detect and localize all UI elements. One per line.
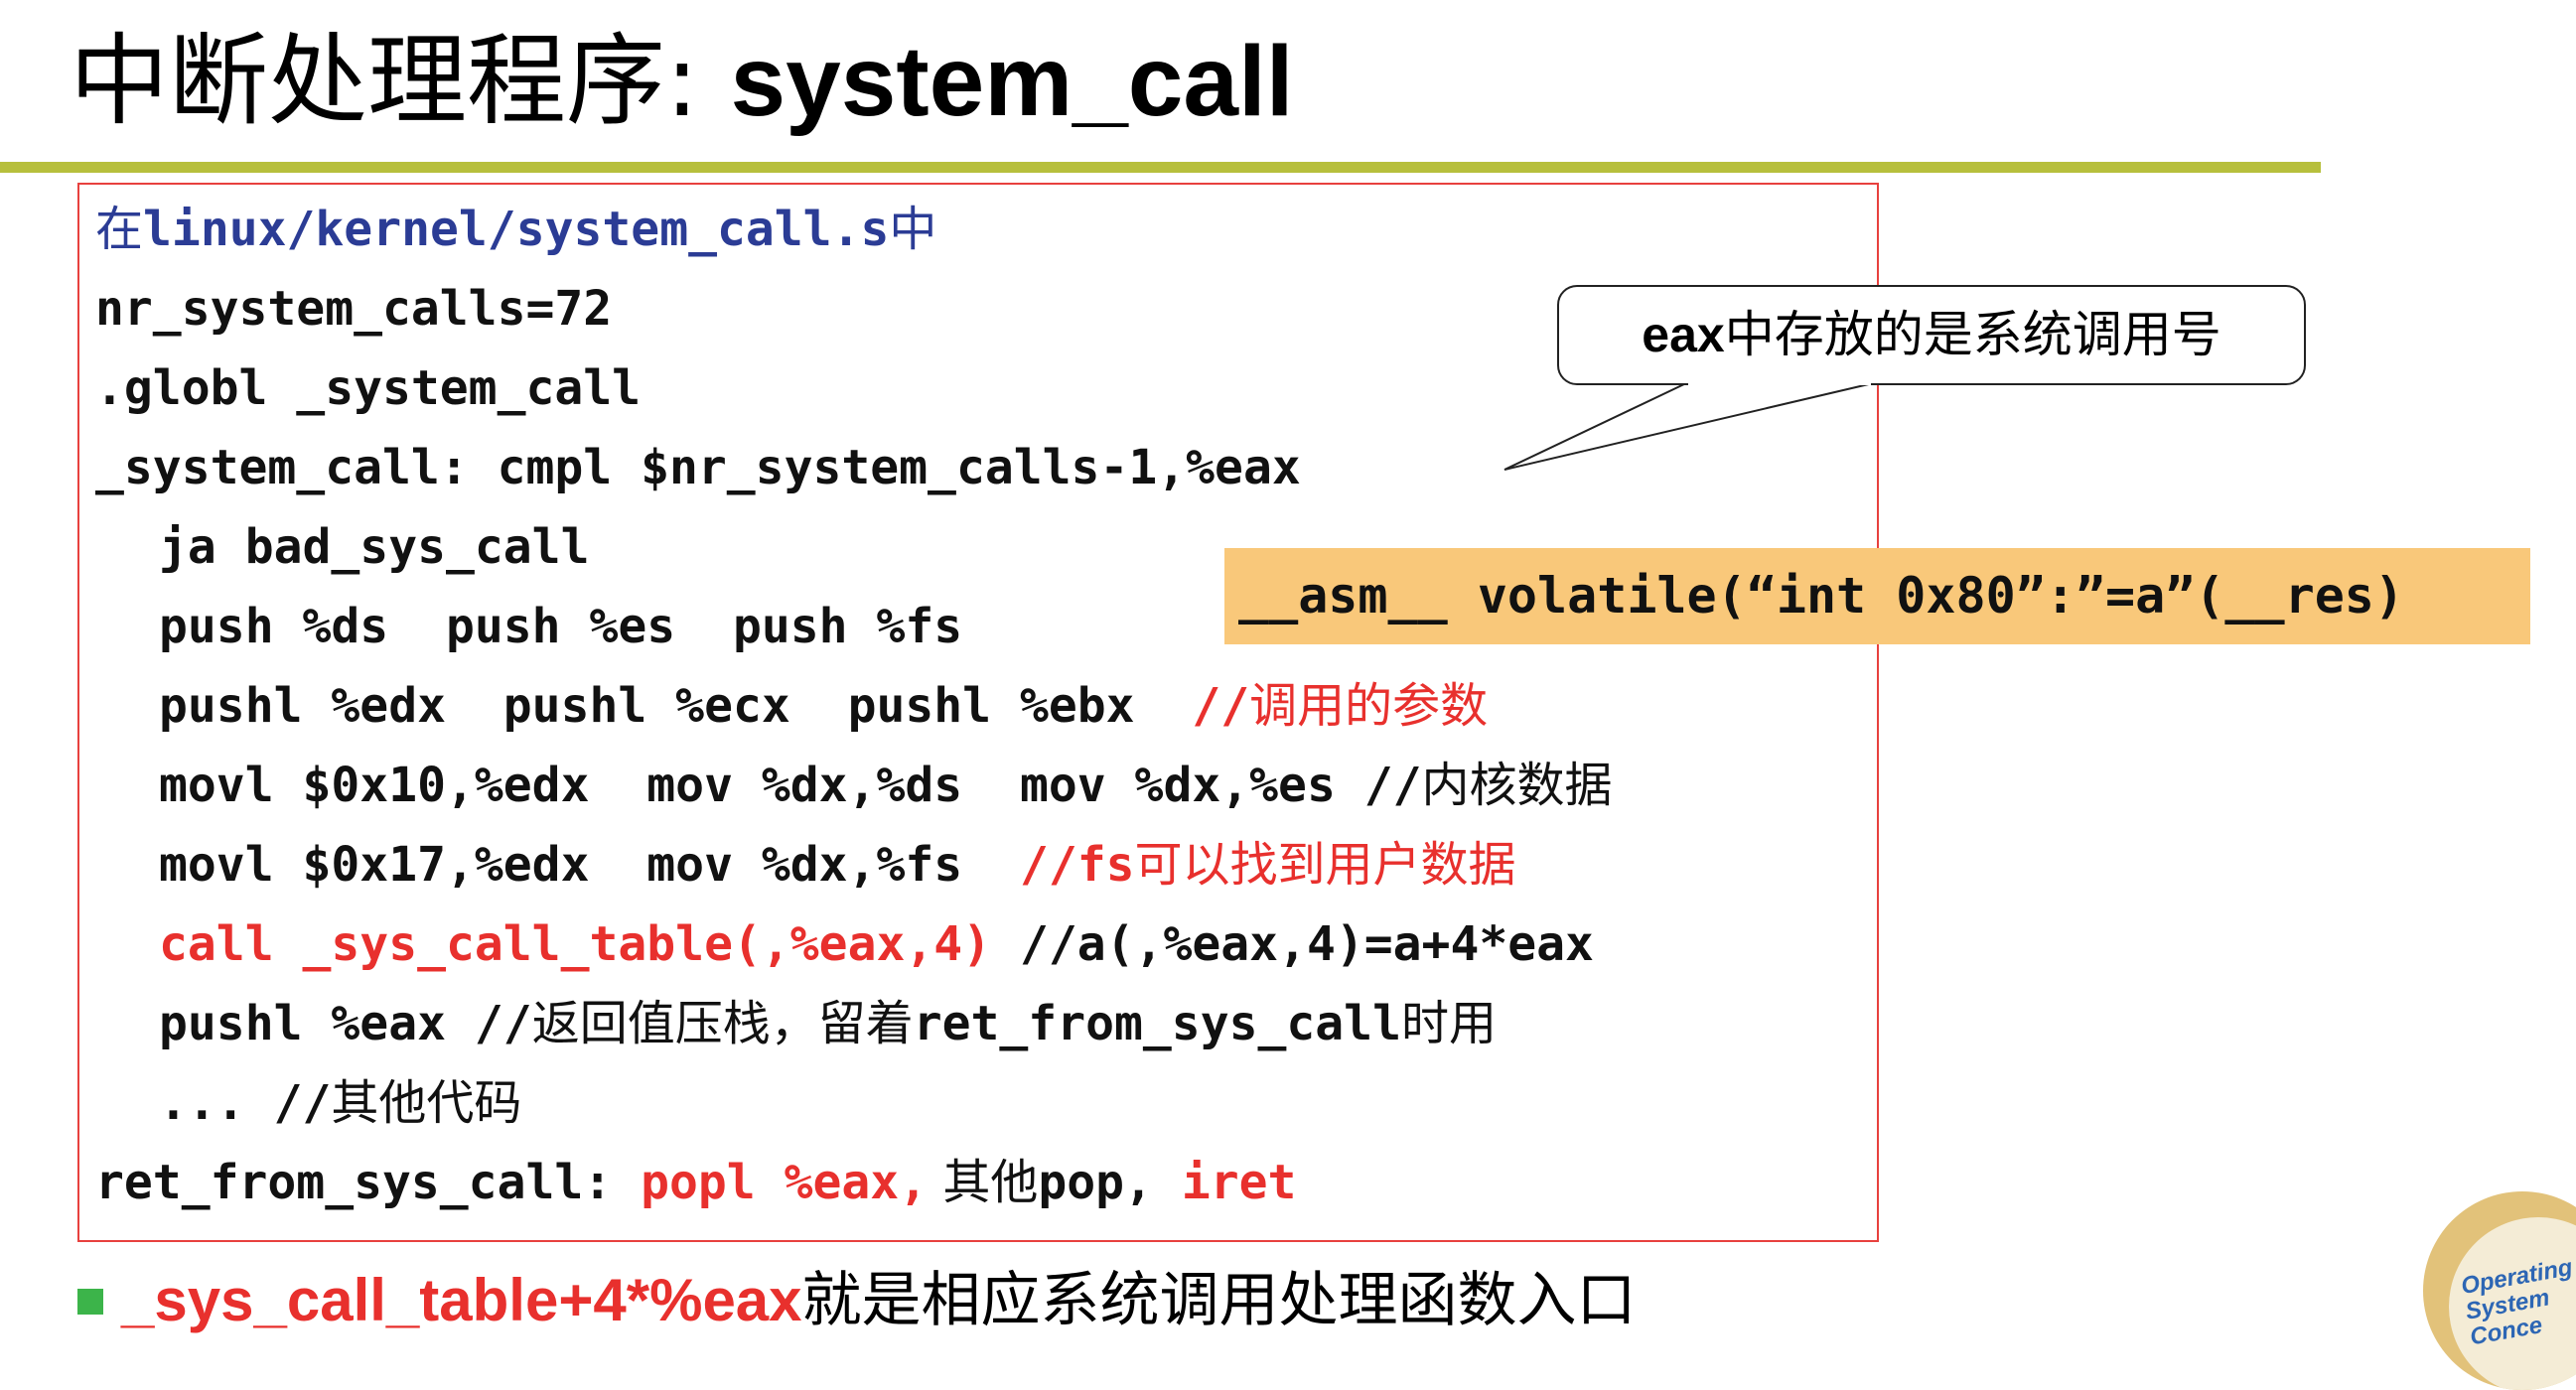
callout-en: eax: [1642, 307, 1725, 362]
code-line-3: _system_call: cmpl $nr_system_calls-1,%e…: [95, 440, 1301, 495]
code-line-8-comment: 可以找到用户数据: [1134, 837, 1516, 893]
code-line-6-comment: 调用的参数: [1249, 678, 1489, 734]
code-line-12-cn: 其他: [928, 1155, 1039, 1210]
code-line-8-code: movl $0x17,%edx mov %dx,%fs: [159, 837, 1020, 893]
code-line-8-comment-code: //fs: [1019, 837, 1135, 893]
code-line-6-code: pushl %edx pushl %ecx pushl %ebx: [159, 678, 1193, 734]
file-suffix: 中: [889, 202, 937, 257]
callout-bubble: eax中存放的是系统调用号: [1557, 285, 2306, 385]
bullet-red-text: _sys_call_table+4*%eax: [121, 1267, 802, 1333]
code-line-10-code2: ret_from_sys_call: [913, 996, 1401, 1051]
code-line-file: 在linux/kernel/system_call.s中: [95, 190, 936, 269]
code-line-5: push %ds push %es push %fs: [159, 599, 963, 654]
code-line-7: movl $0x10,%edx mov %dx,%ds mov %dx,%es …: [159, 746, 1613, 825]
code-line-10-cn2: 时用: [1400, 996, 1497, 1051]
callout-cn: 中存放的是系统调用号: [1724, 306, 2221, 363]
bullet-point: _sys_call_table+4*%eax就是相应系统调用处理函数入口: [77, 1261, 1637, 1340]
code-line-9-comment: //a(,%eax,4)=a+4*eax: [991, 916, 1594, 972]
code-line-9: call _sys_call_table(,%eax,4) //a(,%eax,…: [159, 904, 1594, 984]
code-line-9-call: call _sys_call_table(,%eax,4): [159, 916, 992, 972]
bullet-text: 就是相应系统调用处理函数入口: [801, 1266, 1637, 1335]
code-line-11: ... //其他代码: [159, 1063, 521, 1143]
file-prefix: 在: [95, 202, 144, 257]
code-line-11-cn: 其他代码: [331, 1075, 522, 1131]
code-line-10: pushl %eax //返回值压栈，留着ret_from_sys_call时用: [159, 984, 1497, 1063]
code-line-4: ja bad_sys_call: [159, 519, 590, 575]
title-underline: [0, 162, 2321, 173]
code-line-11-code: ... //: [159, 1075, 332, 1131]
code-line-6-slash: //: [1192, 678, 1250, 734]
code-line-2: .globl _system_call: [95, 360, 642, 416]
code-line-8: movl $0x17,%edx mov %dx,%fs //fs可以找到用户数据: [159, 825, 1516, 904]
code-line-12-code: ret_from_sys_call:: [95, 1155, 642, 1210]
slide-title-en: system_call: [730, 26, 1294, 137]
code-line-12-popl: popl %eax,: [641, 1155, 929, 1210]
asm-highlight-box: __asm__ volatile(“int 0x80”:”=a”(__res): [1224, 548, 2530, 644]
code-line-7-code: movl $0x10,%edx mov %dx,%ds mov %dx,%es …: [159, 758, 1422, 813]
code-line-10-code: pushl %eax //: [159, 996, 532, 1051]
bullet-square-icon: [77, 1289, 103, 1316]
code-line-10-cn1: 返回值压栈，留着: [531, 996, 914, 1051]
slide-title: 中断处理程序: system_call: [70, 22, 1294, 141]
code-line-12: ret_from_sys_call: popl %eax, 其他pop, ire…: [95, 1143, 1296, 1222]
code-line-7-comment: 内核数据: [1421, 758, 1613, 813]
file-path: linux/kernel/system_call.s: [143, 202, 890, 257]
os-book-logo-icon: Operating System Conce: [2423, 1191, 2576, 1390]
code-line-1: nr_system_calls=72: [95, 281, 613, 337]
code-line-12-pop: pop,: [1038, 1155, 1182, 1210]
slide-title-cn: 中断处理程序:: [70, 23, 731, 139]
code-line-12-iret: iret: [1181, 1155, 1297, 1210]
code-line-6: pushl %edx pushl %ecx pushl %ebx //调用的参数: [159, 666, 1488, 746]
